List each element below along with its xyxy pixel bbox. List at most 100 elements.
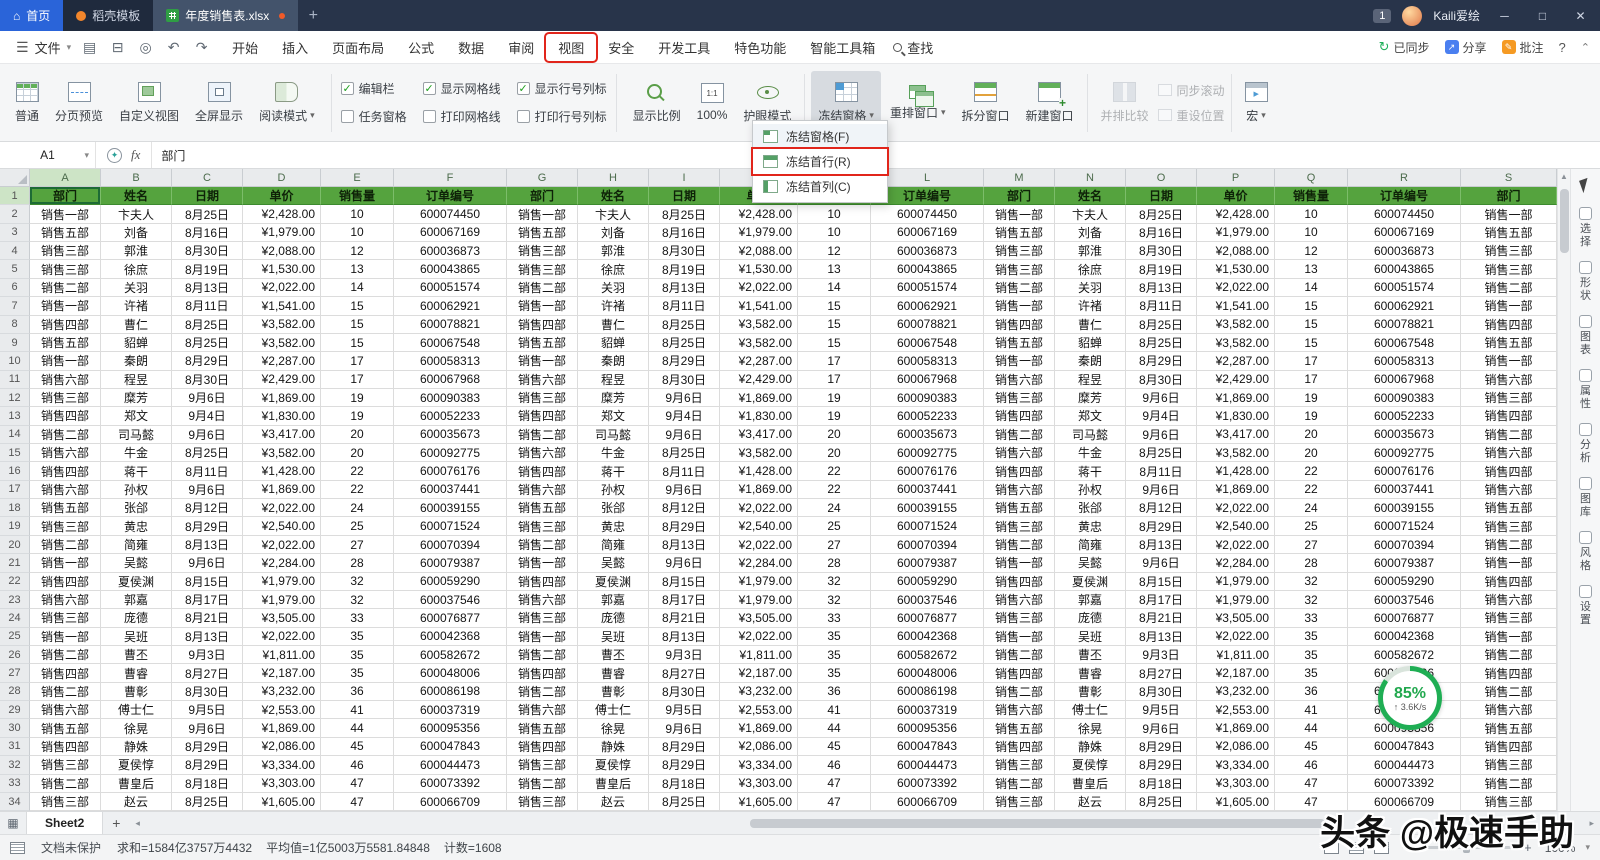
grid-cell[interactable]: 徐晃 <box>578 719 649 738</box>
grid-cell[interactable]: 部门 <box>30 187 101 206</box>
grid-cell[interactable]: 8月21日 <box>649 609 720 628</box>
grid-cell[interactable]: 600092775 <box>1348 444 1461 463</box>
grid-cell[interactable]: 9月3日 <box>649 645 720 665</box>
grid-cell[interactable]: 45 <box>321 737 394 757</box>
grid-cell[interactable]: 销售六部 <box>984 701 1055 720</box>
grid-cell[interactable]: 曹皇后 <box>1055 774 1126 793</box>
menu-tab-安全[interactable]: 安全 <box>596 34 646 61</box>
grid-cell[interactable]: 销售六部 <box>30 590 101 610</box>
grid-cell[interactable]: 15 <box>798 333 871 353</box>
row-number-8[interactable]: 8 <box>0 315 30 334</box>
grid-cell[interactable]: 14 <box>798 278 871 298</box>
grid-cell[interactable]: 销售一部 <box>30 297 101 316</box>
column-header-H[interactable]: H <box>578 169 649 186</box>
grid-cell[interactable]: 600092775 <box>394 444 507 463</box>
row-number-18[interactable]: 18 <box>0 499 30 518</box>
grid-cell[interactable]: 销售五部 <box>1461 719 1557 738</box>
grid-cell[interactable]: 销售四部 <box>507 737 578 757</box>
grid-cell[interactable]: 600086198 <box>394 682 507 702</box>
grid-cell[interactable]: 销售一部 <box>1461 554 1557 573</box>
grid-cell[interactable]: 蒋干 <box>1055 462 1126 481</box>
grid-cell[interactable]: ¥1,428.00 <box>720 462 798 481</box>
grid-cell[interactable]: 销售六部 <box>30 370 101 389</box>
grid-cell[interactable]: 销售六部 <box>1461 701 1557 720</box>
column-header-C[interactable]: C <box>172 169 243 186</box>
grid-cell[interactable]: 600067548 <box>1348 333 1461 353</box>
grid-cell[interactable]: 关羽 <box>1055 278 1126 298</box>
grid-cell[interactable]: 32 <box>321 572 394 591</box>
grid-cell[interactable]: 19 <box>321 388 394 408</box>
row-number-13[interactable]: 13 <box>0 407 30 426</box>
menu-tab-开始[interactable]: 开始 <box>220 34 270 61</box>
grid-cell[interactable]: 8月30日 <box>172 682 243 702</box>
sidebar-item-分析[interactable]: 分析 <box>1579 423 1592 464</box>
grid-cell[interactable]: 郭淮 <box>578 242 649 261</box>
grid-cell[interactable]: ¥3,232.00 <box>1197 682 1275 702</box>
grid-cell[interactable]: ¥1,869.00 <box>1197 388 1275 408</box>
grid-cell[interactable]: 20 <box>321 425 394 445</box>
grid-cell[interactable]: 曹彰 <box>578 682 649 702</box>
close-button[interactable]: ✕ <box>1567 9 1594 23</box>
column-header-E[interactable]: E <box>321 169 394 186</box>
grid-cell[interactable]: 销售二部 <box>1461 682 1557 702</box>
grid-cell[interactable]: 销售四部 <box>984 462 1055 481</box>
grid-cell[interactable]: 9月6日 <box>1126 425 1197 445</box>
grid-cell[interactable]: 8月30日 <box>649 682 720 702</box>
grid-cell[interactable]: 销售三部 <box>507 517 578 536</box>
grid-cell[interactable]: ¥2,429.00 <box>243 370 321 389</box>
grid-cell[interactable]: 夏侯惇 <box>578 756 649 775</box>
grid-cell[interactable]: 33 <box>798 609 871 628</box>
menu-tab-视图[interactable]: 视图 <box>544 31 599 63</box>
vertical-scrollbar[interactable]: ▲ <box>1557 169 1570 811</box>
grid-cell[interactable]: 600067548 <box>871 333 984 353</box>
grid-cell[interactable]: 600039155 <box>394 499 507 518</box>
column-header-B[interactable]: B <box>101 169 172 186</box>
menu-tab-公式[interactable]: 公式 <box>396 34 446 61</box>
grid-cell[interactable]: 24 <box>798 499 871 518</box>
menu-tab-智能工具箱[interactable]: 智能工具箱 <box>798 34 887 61</box>
grid-cell[interactable]: 曹丕 <box>101 645 172 665</box>
grid-cell[interactable]: 13 <box>321 260 394 279</box>
sheet-tab-sheet2[interactable]: Sheet2 <box>26 812 104 834</box>
grid-cell[interactable]: ¥1,869.00 <box>1197 480 1275 500</box>
grid-cell[interactable]: 9月5日 <box>649 701 720 720</box>
grid-cell[interactable]: 曹仁 <box>101 315 172 334</box>
grid-cell[interactable]: ¥1,811.00 <box>720 645 798 665</box>
grid-cell[interactable]: 600043865 <box>394 260 507 279</box>
grid-cell[interactable]: 36 <box>798 682 871 702</box>
grid-cell[interactable]: 销售一部 <box>1461 627 1557 646</box>
grid-cell[interactable]: 8月29日 <box>1126 756 1197 775</box>
grid-cell[interactable]: 销售五部 <box>984 223 1055 243</box>
grid-cell[interactable]: 8月18日 <box>1126 774 1197 793</box>
grid-cell[interactable]: 曹丕 <box>578 645 649 665</box>
sync-status[interactable]: ↻ 已同步 <box>1379 39 1430 56</box>
grid-cell[interactable]: 600058313 <box>394 352 507 371</box>
grid-cell[interactable]: 22 <box>321 462 394 481</box>
grid-cell[interactable]: 曹睿 <box>578 664 649 683</box>
grid-cell[interactable]: 46 <box>321 756 394 775</box>
grid-cell[interactable]: 单价 <box>1197 187 1275 206</box>
grid-cell[interactable]: 17 <box>321 370 394 389</box>
grid-cell[interactable]: 8月13日 <box>172 278 243 298</box>
grid-cell[interactable]: 夏侯惇 <box>1055 756 1126 775</box>
grid-cell[interactable]: 曹彰 <box>1055 682 1126 702</box>
grid-cell[interactable]: 15 <box>321 297 394 316</box>
grid-cell[interactable]: 销售四部 <box>30 315 101 334</box>
grid-cell[interactable]: 刘备 <box>1055 223 1126 243</box>
grid-cell[interactable]: ¥2,088.00 <box>243 242 321 261</box>
grid-cell[interactable]: 600090383 <box>1348 388 1461 408</box>
redo-icon[interactable]: ↷ <box>193 39 210 56</box>
grid-cell[interactable]: 600042368 <box>1348 627 1461 646</box>
grid-cell[interactable]: 销售三部 <box>984 792 1055 812</box>
grid-cell[interactable]: 600071524 <box>871 517 984 536</box>
grid-cell[interactable]: 15 <box>1275 333 1348 353</box>
grid-cell[interactable]: 曹睿 <box>101 664 172 683</box>
grid-cell[interactable]: 销售五部 <box>507 333 578 353</box>
row-number-31[interactable]: 31 <box>0 737 30 757</box>
menu-tab-页面布局[interactable]: 页面布局 <box>320 34 396 61</box>
grid-cell[interactable]: 销售二部 <box>1461 278 1557 298</box>
grid-cell[interactable]: 糜芳 <box>578 388 649 408</box>
grid-cell[interactable]: 8月11日 <box>1126 297 1197 316</box>
grid-cell[interactable]: 卞夫人 <box>1055 205 1126 224</box>
grid-cell[interactable]: ¥3,582.00 <box>1197 444 1275 463</box>
